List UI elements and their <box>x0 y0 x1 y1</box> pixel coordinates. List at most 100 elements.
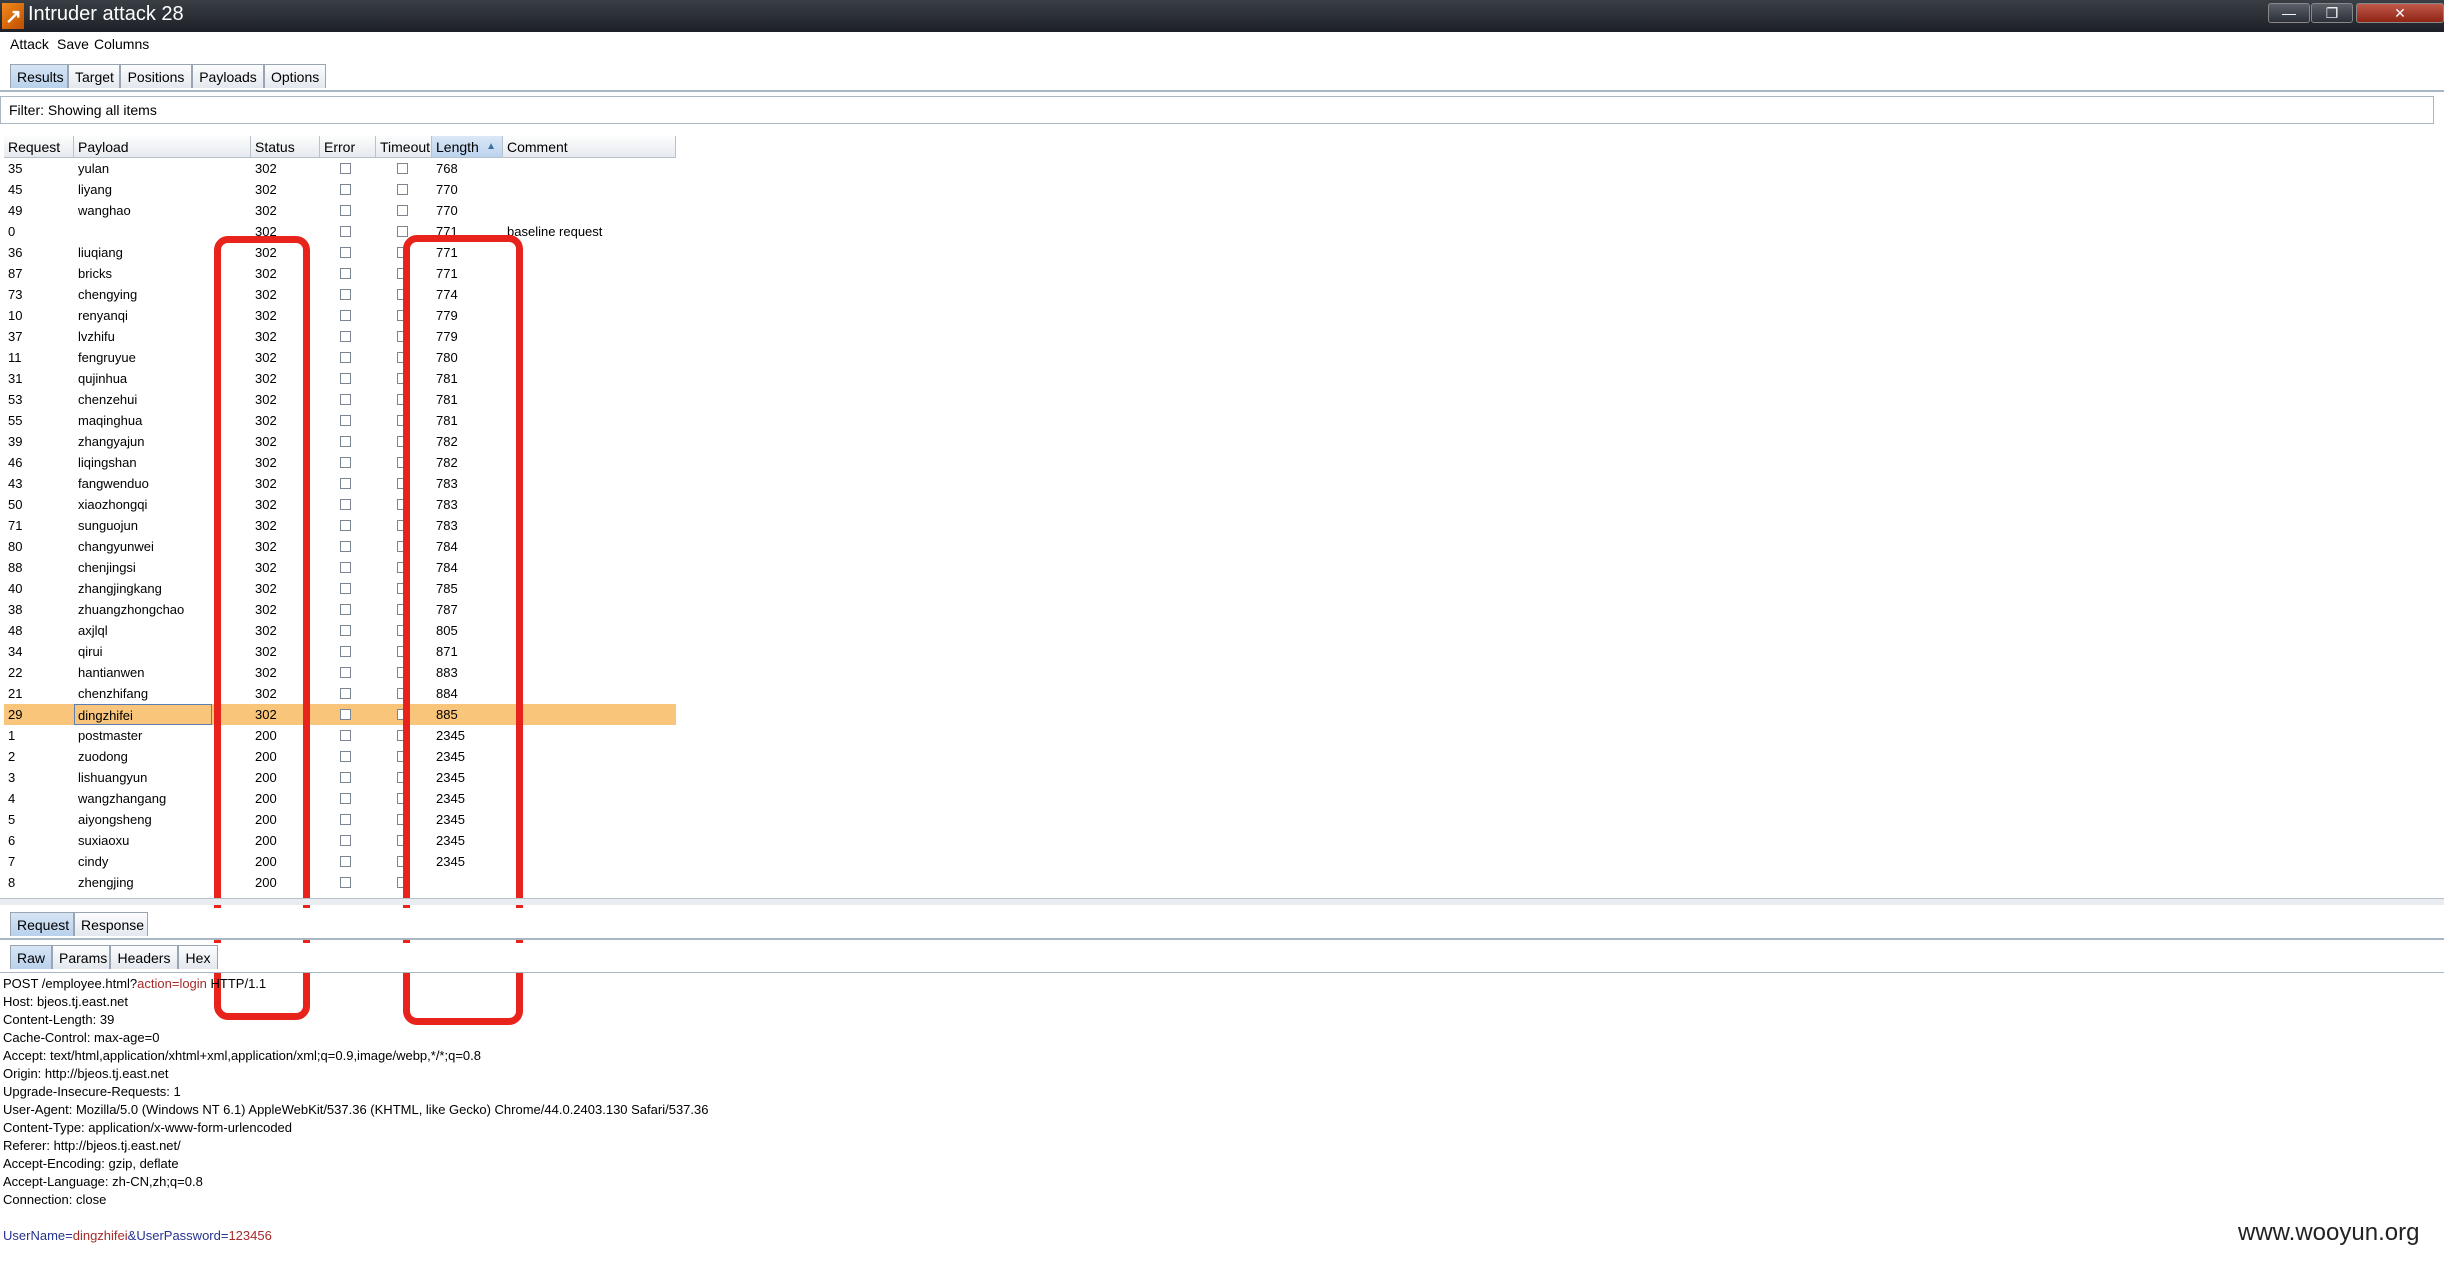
error-checkbox[interactable] <box>340 289 351 300</box>
error-checkbox[interactable] <box>340 226 351 237</box>
table-row[interactable]: 39 zhangyajun 302 782 <box>4 431 676 452</box>
error-checkbox[interactable] <box>340 394 351 405</box>
table-row[interactable]: 38 zhuangzhongchao 302 787 <box>4 599 676 620</box>
column-header-timeout[interactable]: Timeout <box>376 136 432 158</box>
tab-hex[interactable]: Hex <box>178 945 218 969</box>
table-row[interactable]: 53 chenzehui 302 781 <box>4 389 676 410</box>
column-header-payload[interactable]: Payload <box>74 136 251 158</box>
table-row[interactable]: 80 changyunwei 302 784 <box>4 536 676 557</box>
maximize-button[interactable]: ❐ <box>2311 3 2353 23</box>
tab-payloads[interactable]: Payloads <box>192 64 264 88</box>
table-row[interactable]: 35 yulan 302 768 <box>4 158 676 179</box>
error-checkbox[interactable] <box>340 499 351 510</box>
table-row[interactable]: 2 zuodong 200 2345 <box>4 746 676 767</box>
table-row[interactable]: 31 qujinhua 302 781 <box>4 368 676 389</box>
tab-results[interactable]: Results <box>10 64 68 88</box>
table-row[interactable]: 22 hantianwen 302 883 <box>4 662 676 683</box>
tab-positions[interactable]: Positions <box>120 64 192 88</box>
table-row[interactable]: 88 chenjingsi 302 784 <box>4 557 676 578</box>
table-row[interactable]: 0 302 771 baseline request <box>4 221 676 242</box>
error-checkbox[interactable] <box>340 436 351 447</box>
error-checkbox[interactable] <box>340 646 351 657</box>
error-checkbox[interactable] <box>340 667 351 678</box>
table-row[interactable]: 40 zhangjingkang 302 785 <box>4 578 676 599</box>
error-checkbox[interactable] <box>340 415 351 426</box>
tab-raw[interactable]: Raw <box>10 945 52 969</box>
error-checkbox[interactable] <box>340 625 351 636</box>
menu-columns[interactable]: Columns <box>94 36 149 52</box>
table-row[interactable]: 7 cindy 200 2345 <box>4 851 676 872</box>
error-checkbox[interactable] <box>340 247 351 258</box>
table-row[interactable]: 36 liuqiang 302 771 <box>4 242 676 263</box>
error-checkbox[interactable] <box>340 352 351 363</box>
table-row[interactable]: 49 wanghao 302 770 <box>4 200 676 221</box>
error-checkbox[interactable] <box>340 163 351 174</box>
menu-save[interactable]: Save <box>57 36 89 52</box>
table-row[interactable]: 55 maqinghua 302 781 <box>4 410 676 431</box>
table-row[interactable]: 6 suxiaoxu 200 2345 <box>4 830 676 851</box>
error-checkbox[interactable] <box>340 604 351 615</box>
table-row[interactable]: 50 xiaozhongqi 302 783 <box>4 494 676 515</box>
table-row[interactable]: 1 postmaster 200 2345 <box>4 725 676 746</box>
error-checkbox[interactable] <box>340 688 351 699</box>
error-checkbox[interactable] <box>340 751 351 762</box>
filter-bar[interactable]: Filter: Showing all items <box>0 96 2434 124</box>
column-header-error[interactable]: Error <box>320 136 376 158</box>
tab-params[interactable]: Params <box>52 945 110 969</box>
error-checkbox[interactable] <box>340 835 351 846</box>
table-row[interactable]: 11 fengruyue 302 780 <box>4 347 676 368</box>
error-checkbox[interactable] <box>340 709 351 720</box>
table-row[interactable]: 4 wangzhangang 200 2345 <box>4 788 676 809</box>
table-row[interactable]: 45 liyang 302 770 <box>4 179 676 200</box>
error-checkbox[interactable] <box>340 331 351 342</box>
table-row[interactable]: 5 aiyongsheng 200 2345 <box>4 809 676 830</box>
error-checkbox[interactable] <box>340 310 351 321</box>
error-checkbox[interactable] <box>340 205 351 216</box>
error-checkbox[interactable] <box>340 478 351 489</box>
column-header-status[interactable]: Status <box>251 136 320 158</box>
table-row[interactable]: 87 bricks 302 771 <box>4 263 676 284</box>
error-checkbox[interactable] <box>340 772 351 783</box>
column-header-length[interactable]: Length ▲ <box>432 136 503 158</box>
table-row[interactable]: 37 lvzhifu 302 779 <box>4 326 676 347</box>
tab-request[interactable]: Request <box>10 912 74 936</box>
tab-response[interactable]: Response <box>74 912 148 936</box>
table-row[interactable]: 46 liqingshan 302 782 <box>4 452 676 473</box>
table-row[interactable]: 43 fangwenduo 302 783 <box>4 473 676 494</box>
error-checkbox[interactable] <box>340 877 351 888</box>
pane-divider[interactable] <box>0 898 2444 905</box>
table-row[interactable]: 34 qirui 302 871 <box>4 641 676 662</box>
timeout-checkbox[interactable] <box>397 205 408 216</box>
timeout-checkbox[interactable] <box>397 163 408 174</box>
error-checkbox[interactable] <box>340 184 351 195</box>
error-checkbox[interactable] <box>340 457 351 468</box>
tab-headers[interactable]: Headers <box>110 945 178 969</box>
tab-options[interactable]: Options <box>264 64 326 88</box>
table-row[interactable]: 3 lishuangyun 200 2345 <box>4 767 676 788</box>
minimize-button[interactable]: — <box>2268 3 2310 23</box>
table-row[interactable]: 10 renyanqi 302 779 <box>4 305 676 326</box>
timeout-checkbox[interactable] <box>397 226 408 237</box>
error-checkbox[interactable] <box>340 541 351 552</box>
timeout-checkbox[interactable] <box>397 184 408 195</box>
error-checkbox[interactable] <box>340 373 351 384</box>
table-row[interactable]: 48 axjlql 302 805 <box>4 620 676 641</box>
error-checkbox[interactable] <box>340 268 351 279</box>
error-checkbox[interactable] <box>340 583 351 594</box>
error-checkbox[interactable] <box>340 730 351 741</box>
column-header-comment[interactable]: Comment <box>503 136 676 158</box>
table-row[interactable]: 73 chengying 302 774 <box>4 284 676 305</box>
tab-target[interactable]: Target <box>68 64 120 88</box>
menu-attack[interactable]: Attack <box>10 36 49 52</box>
table-row[interactable]: 71 sunguojun 302 783 <box>4 515 676 536</box>
table-row[interactable]: 29 dingzhifei 302 885 <box>4 704 676 725</box>
column-header-request[interactable]: Request <box>4 136 74 158</box>
error-checkbox[interactable] <box>340 520 351 531</box>
error-checkbox[interactable] <box>340 562 351 573</box>
error-checkbox[interactable] <box>340 814 351 825</box>
table-row[interactable]: 8 zhengjing 200 <box>4 872 676 893</box>
error-checkbox[interactable] <box>340 793 351 804</box>
error-checkbox[interactable] <box>340 856 351 867</box>
raw-request-editor[interactable]: POST /employee.html?action=login HTTP/1.… <box>3 975 708 1245</box>
close-button[interactable]: ✕ <box>2356 3 2444 23</box>
